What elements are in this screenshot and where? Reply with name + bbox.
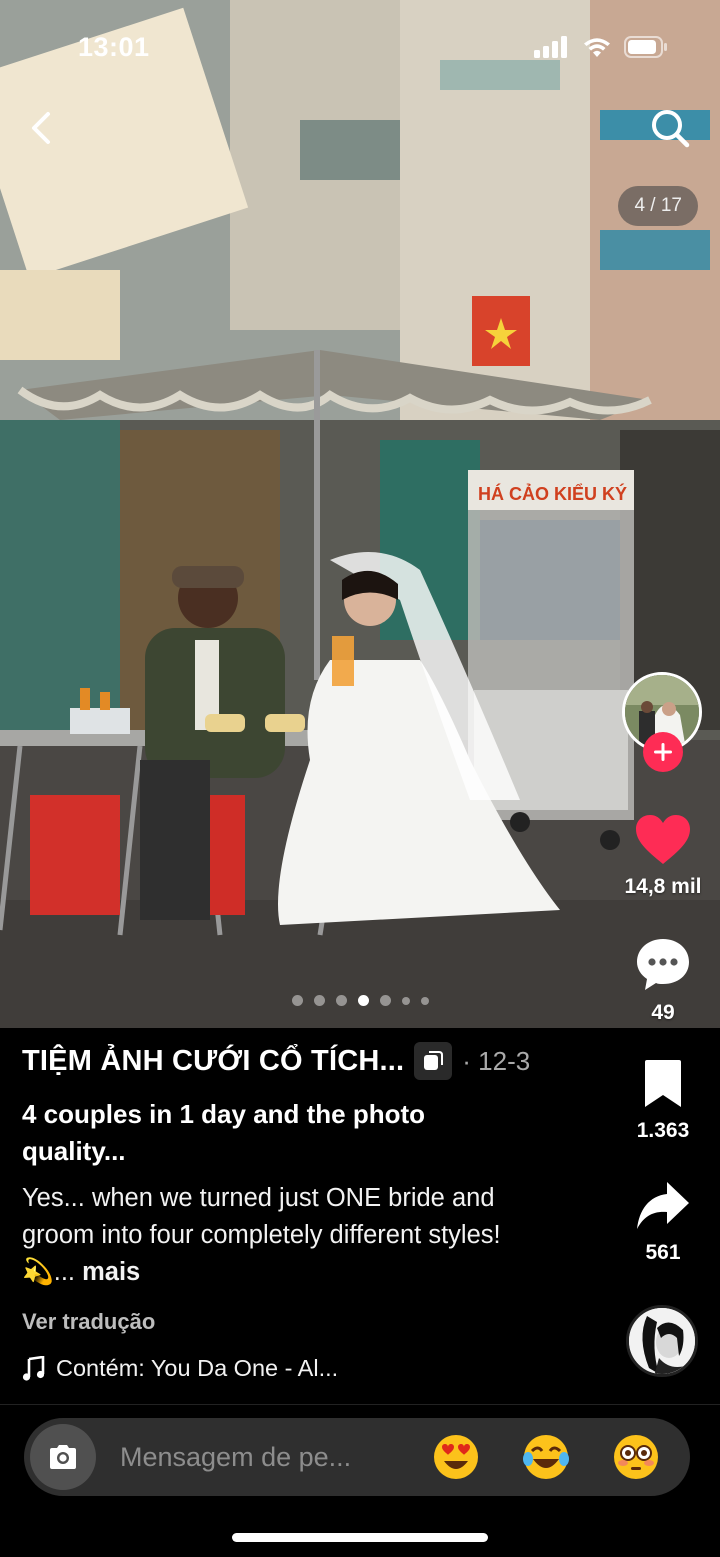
carousel-dot-active bbox=[357, 995, 369, 1006]
camera-icon bbox=[50, 1445, 76, 1469]
post-date: · 12-3 bbox=[462, 1045, 531, 1076]
status-icons bbox=[534, 36, 668, 58]
comment-count: 49 bbox=[651, 1001, 675, 1024]
more-link[interactable]: mais bbox=[82, 1258, 140, 1286]
cellular-signal-icon bbox=[534, 36, 567, 58]
like-button[interactable]: 14,8 mil bbox=[608, 814, 718, 899]
share-count: 561 bbox=[645, 1241, 681, 1264]
heart-icon bbox=[636, 815, 690, 864]
wifi-icon bbox=[584, 38, 610, 57]
author-row: TIỆM ẢNH CƯỚI CỔ TÍCH... · 12-3 bbox=[22, 1036, 612, 1086]
author-name[interactable]: TIỆM ẢNH CƯỚI CỔ TÍCH... bbox=[22, 1045, 404, 1078]
translate-link[interactable]: Ver tradução bbox=[22, 1309, 612, 1335]
home-indicator[interactable] bbox=[232, 1533, 488, 1542]
share-button[interactable]: 561 bbox=[608, 1180, 718, 1265]
chevron-left-icon bbox=[32, 112, 50, 144]
status-bar: 13:01 bbox=[0, 0, 720, 96]
plus-icon bbox=[654, 743, 672, 761]
camera-button[interactable] bbox=[30, 1424, 96, 1490]
carousel-dot bbox=[401, 996, 410, 1005]
music-note-icon bbox=[22, 1355, 45, 1381]
heart-eyes-emoji-icon bbox=[434, 1435, 478, 1479]
tears-of-joy-emoji-icon bbox=[523, 1435, 569, 1479]
save-button[interactable]: 1.363 bbox=[608, 1058, 718, 1143]
music-disc[interactable] bbox=[626, 1305, 698, 1377]
message-input[interactable] bbox=[120, 1418, 410, 1496]
battery-icon bbox=[624, 36, 667, 58]
message-bar bbox=[24, 1418, 690, 1496]
share-icon bbox=[637, 1182, 689, 1229]
carousel-dot bbox=[379, 995, 391, 1006]
svg-text:HÁ CẢO KIỂU KÝ: HÁ CẢO KIỂU KÝ bbox=[478, 483, 627, 504]
music-disc-cover bbox=[629, 1308, 695, 1374]
carousel-dot bbox=[313, 995, 325, 1006]
status-time: 13:01 bbox=[78, 32, 150, 62]
music-title: Contém: You Da One - Al... bbox=[56, 1355, 339, 1381]
photo-stack-icon bbox=[424, 1051, 444, 1070]
bookmark-icon bbox=[645, 1060, 681, 1107]
carousel-dot bbox=[335, 995, 347, 1006]
music-row[interactable]: Contém: You Da One - Al... bbox=[22, 1355, 612, 1382]
follow-button[interactable] bbox=[643, 732, 683, 772]
save-count: 1.363 bbox=[636, 1119, 690, 1142]
post-description[interactable]: Yes... when we turned just ONE bride and… bbox=[22, 1180, 522, 1291]
back-button[interactable] bbox=[22, 108, 62, 148]
post-title: 4 couples in 1 day and the photo quality… bbox=[22, 1099, 426, 1166]
photo-counter: 4 / 17 bbox=[618, 186, 698, 226]
search-icon bbox=[652, 110, 690, 148]
photo-mode-badge bbox=[414, 1042, 453, 1080]
laughing-emoji-button[interactable] bbox=[522, 1433, 570, 1481]
comment-button[interactable]: 49 bbox=[608, 936, 718, 1025]
comment-icon bbox=[637, 939, 689, 990]
divider bbox=[0, 1404, 720, 1405]
heart-eyes-emoji-button[interactable] bbox=[432, 1433, 480, 1481]
search-button[interactable] bbox=[648, 106, 692, 150]
post-caption: TIỆM ẢNH CƯỚI CỔ TÍCH... · 12-3 4 couple… bbox=[22, 1036, 612, 1382]
carousel-dot bbox=[291, 995, 303, 1006]
like-count: 14,8 mil bbox=[624, 875, 702, 898]
carousel-dot bbox=[420, 996, 429, 1005]
flushed-emoji-button[interactable] bbox=[612, 1433, 660, 1481]
flushed-emoji-icon bbox=[614, 1435, 658, 1479]
